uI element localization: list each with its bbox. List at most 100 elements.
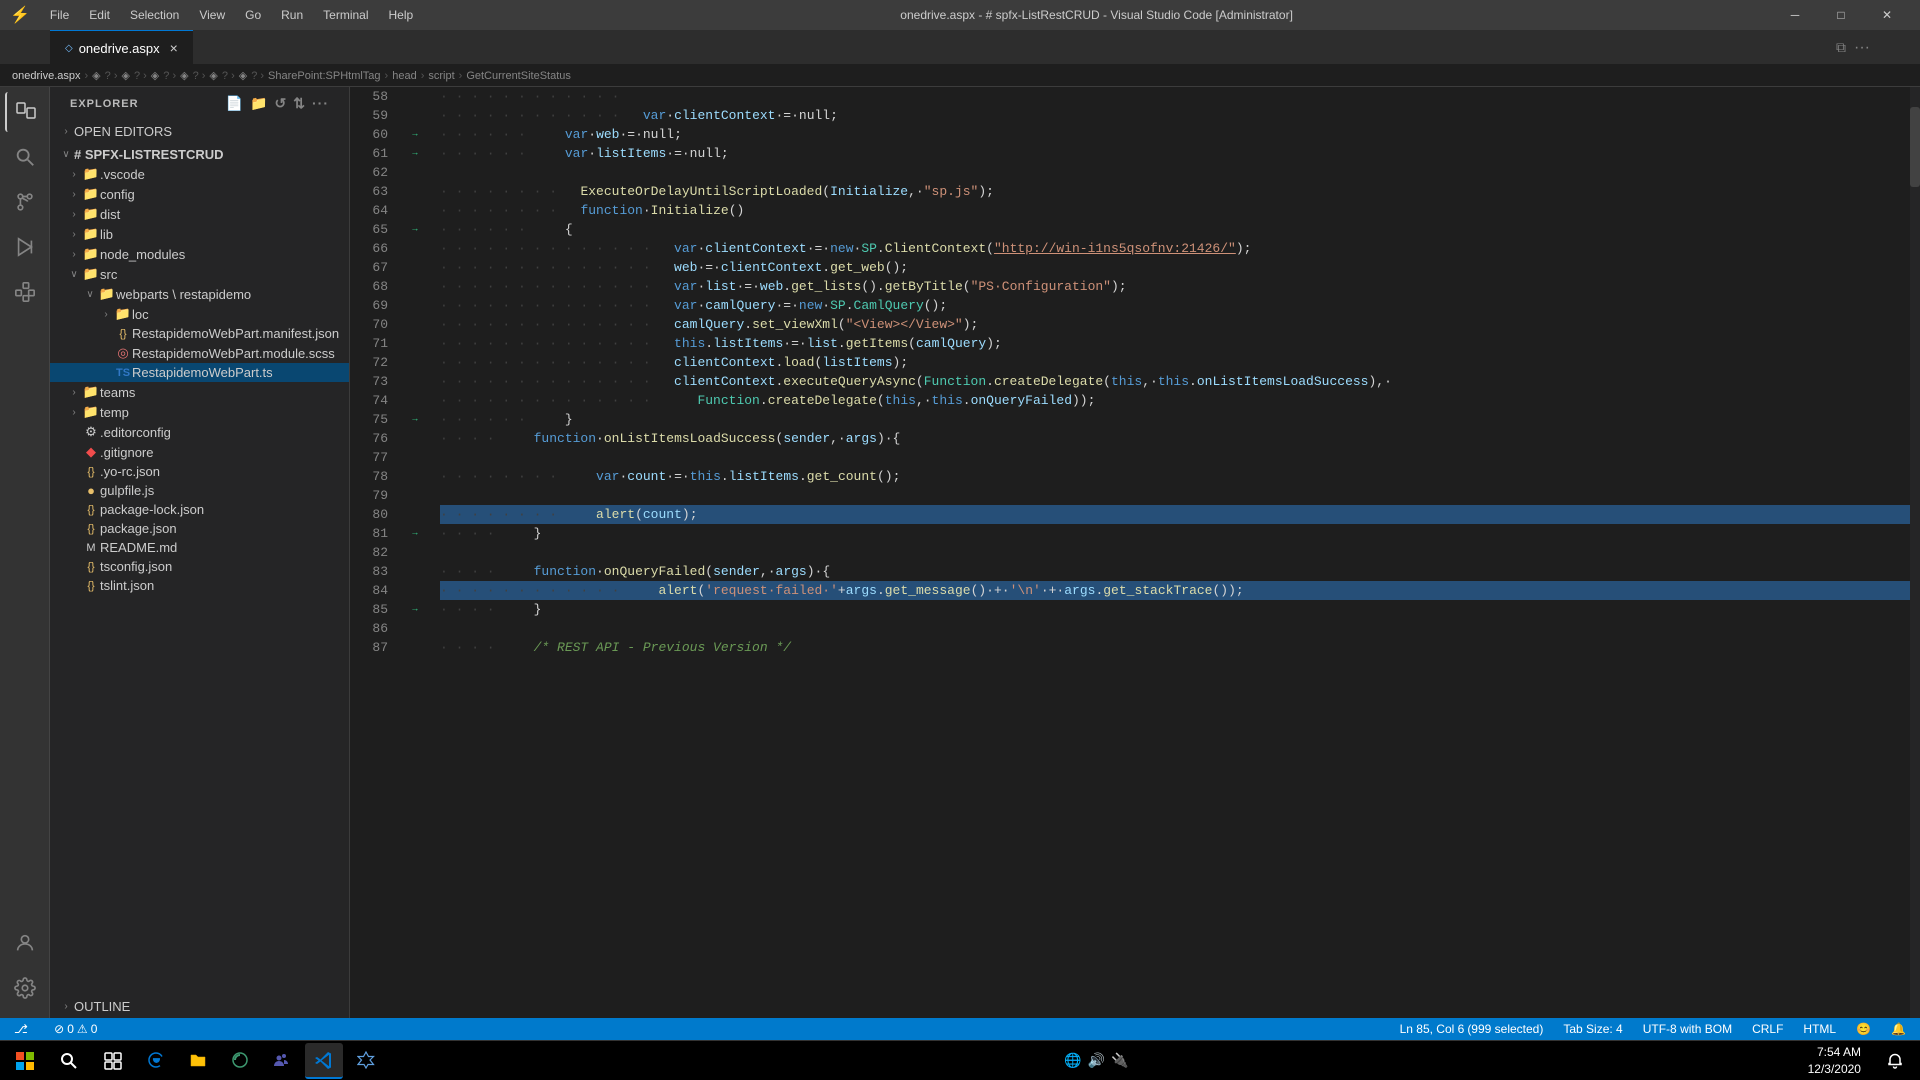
line-70: 70 — [350, 315, 388, 334]
code-editor[interactable]: 58 59 60 61 62 63 64 65 66 67 68 69 70 7… — [350, 87, 1920, 1018]
activity-settings[interactable] — [5, 968, 45, 1008]
open-editors-header[interactable]: › OPEN EDITORS — [50, 122, 349, 141]
tree-yo-rc[interactable]: › {} .yo-rc.json — [50, 462, 349, 481]
tree-temp[interactable]: › 📁 temp — [50, 402, 349, 422]
project-root-header[interactable]: ∨ # SPFX-LISTRESTCRUD — [50, 145, 349, 164]
bc-item-sp[interactable]: SharePoint:SPHtmlTag — [268, 70, 381, 82]
activity-extensions[interactable] — [5, 272, 45, 312]
bc-item-3[interactable]: ◈ — [151, 69, 159, 82]
new-folder-icon[interactable]: 📁 — [250, 95, 268, 112]
tree-tsconfig[interactable]: › {} tsconfig.json — [50, 557, 349, 576]
activity-search[interactable] — [5, 137, 45, 177]
encoding-text: UTF-8 with BOM — [1643, 1022, 1732, 1036]
menu-terminal[interactable]: Terminal — [315, 6, 376, 24]
code-line-66: · · · · · · · · · · · · · · var·clientCo… — [440, 239, 1910, 258]
line-78: 78 — [350, 467, 388, 486]
tree-loc[interactable]: › 📁 loc — [50, 304, 349, 324]
tree-module-scss[interactable]: › ◎ RestapidemoWebPart.module.scss — [50, 343, 349, 363]
bc-item-2[interactable]: ◈ — [121, 69, 129, 82]
line-81: 81 — [350, 524, 388, 543]
tree-webparts[interactable]: ∨ 📁 webparts \ restapidemo — [50, 284, 349, 304]
menu-view[interactable]: View — [191, 6, 233, 24]
split-editor-icon[interactable]: ⧉ — [1836, 39, 1846, 56]
tray-volume-icon[interactable]: 🔊 — [1088, 1052, 1105, 1069]
code-content[interactable]: · · · · · · · · · · · · · · · · · · · · … — [430, 87, 1910, 1018]
menu-run[interactable]: Run — [273, 6, 311, 24]
status-line-ending[interactable]: CRLF — [1748, 1022, 1787, 1036]
tree-node-modules[interactable]: › 📁 node_modules — [50, 244, 349, 264]
tray-network-icon[interactable]: 🌐 — [1064, 1052, 1081, 1069]
taskbar-explorer[interactable] — [179, 1043, 217, 1079]
menu-go[interactable]: Go — [237, 6, 269, 24]
more-actions-icon[interactable]: ··· — [1854, 39, 1870, 57]
outline-header[interactable]: › OUTLINE — [50, 997, 349, 1016]
maximize-button[interactable]: □ — [1818, 0, 1864, 30]
feedback-icon: 😊 — [1856, 1022, 1871, 1036]
new-file-icon[interactable]: 📄 — [226, 95, 244, 112]
search-button[interactable] — [49, 1043, 89, 1079]
menu-selection[interactable]: Selection — [122, 6, 187, 24]
collapse-all-icon[interactable]: ⇅ — [293, 95, 306, 112]
line-72: 72 — [350, 353, 388, 372]
bc-item-head[interactable]: head — [392, 70, 416, 82]
close-button[interactable]: ✕ — [1864, 0, 1910, 30]
bc-item-6[interactable]: ◈ — [239, 69, 247, 82]
tree-gitignore[interactable]: › ◆ .gitignore — [50, 442, 349, 462]
taskbar-edge[interactable] — [137, 1043, 175, 1079]
tree-readme[interactable]: › M README.md — [50, 538, 349, 557]
menu-help[interactable]: Help — [381, 6, 422, 24]
tree-package-lock[interactable]: › {} package-lock.json — [50, 500, 349, 519]
tree-src[interactable]: ∨ 📁 src — [50, 264, 349, 284]
vertical-scrollbar[interactable] — [1910, 87, 1920, 1018]
tray-battery-icon[interactable]: 🔌 — [1111, 1052, 1128, 1069]
tab-close-button[interactable]: × — [170, 40, 178, 56]
bc-item-4[interactable]: ◈ — [180, 69, 188, 82]
activity-run[interactable] — [5, 227, 45, 267]
line-66: 66 — [350, 239, 388, 258]
tree-vscode[interactable]: › 📁 .vscode — [50, 164, 349, 184]
activity-explorer[interactable] — [5, 92, 45, 132]
start-button[interactable] — [5, 1043, 45, 1079]
menu-edit[interactable]: Edit — [81, 6, 118, 24]
status-tab-size[interactable]: Tab Size: 4 — [1559, 1022, 1626, 1036]
minimize-button[interactable]: ─ — [1772, 0, 1818, 30]
taskbar-edge-dev[interactable] — [221, 1043, 259, 1079]
status-language[interactable]: HTML — [1799, 1022, 1840, 1036]
taskbar-extension[interactable] — [347, 1043, 385, 1079]
scrollbar-thumb[interactable] — [1910, 107, 1920, 187]
tree-dist[interactable]: › 📁 dist — [50, 204, 349, 224]
bc-item-1[interactable]: ◈ — [92, 69, 100, 82]
tree-gulpfile[interactable]: › ● gulpfile.js — [50, 481, 349, 500]
tree-package-json[interactable]: › {} package.json — [50, 519, 349, 538]
tree-editorconfig[interactable]: › ⚙ .editorconfig — [50, 422, 349, 442]
taskbar-teams[interactable] — [263, 1043, 301, 1079]
refresh-icon[interactable]: ↺ — [275, 95, 288, 112]
status-position[interactable]: Ln 85, Col 6 (999 selected) — [1396, 1022, 1548, 1036]
tree-tslint[interactable]: › {} tslint.json — [50, 576, 349, 595]
taskbar-clock[interactable]: 7:54 AM 12/3/2020 — [1808, 1044, 1871, 1078]
bc-item-5[interactable]: ◈ — [209, 69, 217, 82]
status-bell[interactable]: 🔔 — [1887, 1022, 1910, 1036]
bc-item-fn[interactable]: GetCurrentSiteStatus — [466, 70, 571, 82]
task-view-button[interactable] — [93, 1043, 133, 1079]
tree-config[interactable]: › 📁 config — [50, 184, 349, 204]
tab-onedrive[interactable]: ◇ onedrive.aspx × — [50, 30, 193, 65]
tree-webpart-ts[interactable]: › TS RestapidemoWebPart.ts — [50, 363, 349, 382]
bc-item-script[interactable]: script — [428, 70, 454, 82]
bc-item-0[interactable]: onedrive.aspx — [12, 70, 81, 82]
status-feedback[interactable]: 😊 — [1852, 1022, 1875, 1036]
activity-source-control[interactable] — [5, 182, 45, 222]
more-icon[interactable]: ··· — [312, 95, 329, 112]
activity-accounts[interactable] — [5, 923, 45, 963]
code-line-82 — [440, 543, 1910, 562]
status-encoding[interactable]: UTF-8 with BOM — [1639, 1022, 1736, 1036]
status-git-branch[interactable]: ⎇ — [10, 1022, 38, 1036]
tree-manifest[interactable]: › {} RestapidemoWebPart.manifest.json — [50, 324, 349, 343]
tree-lib[interactable]: › 📁 lib — [50, 224, 349, 244]
status-errors[interactable]: ⊘ 0 ⚠ 0 — [50, 1022, 101, 1036]
taskbar-vscode[interactable] — [305, 1043, 343, 1079]
status-right: Ln 85, Col 6 (999 selected) Tab Size: 4 … — [1396, 1022, 1910, 1036]
menu-file[interactable]: File — [42, 6, 77, 24]
notification-button[interactable] — [1875, 1043, 1915, 1079]
tree-teams[interactable]: › 📁 teams — [50, 382, 349, 402]
